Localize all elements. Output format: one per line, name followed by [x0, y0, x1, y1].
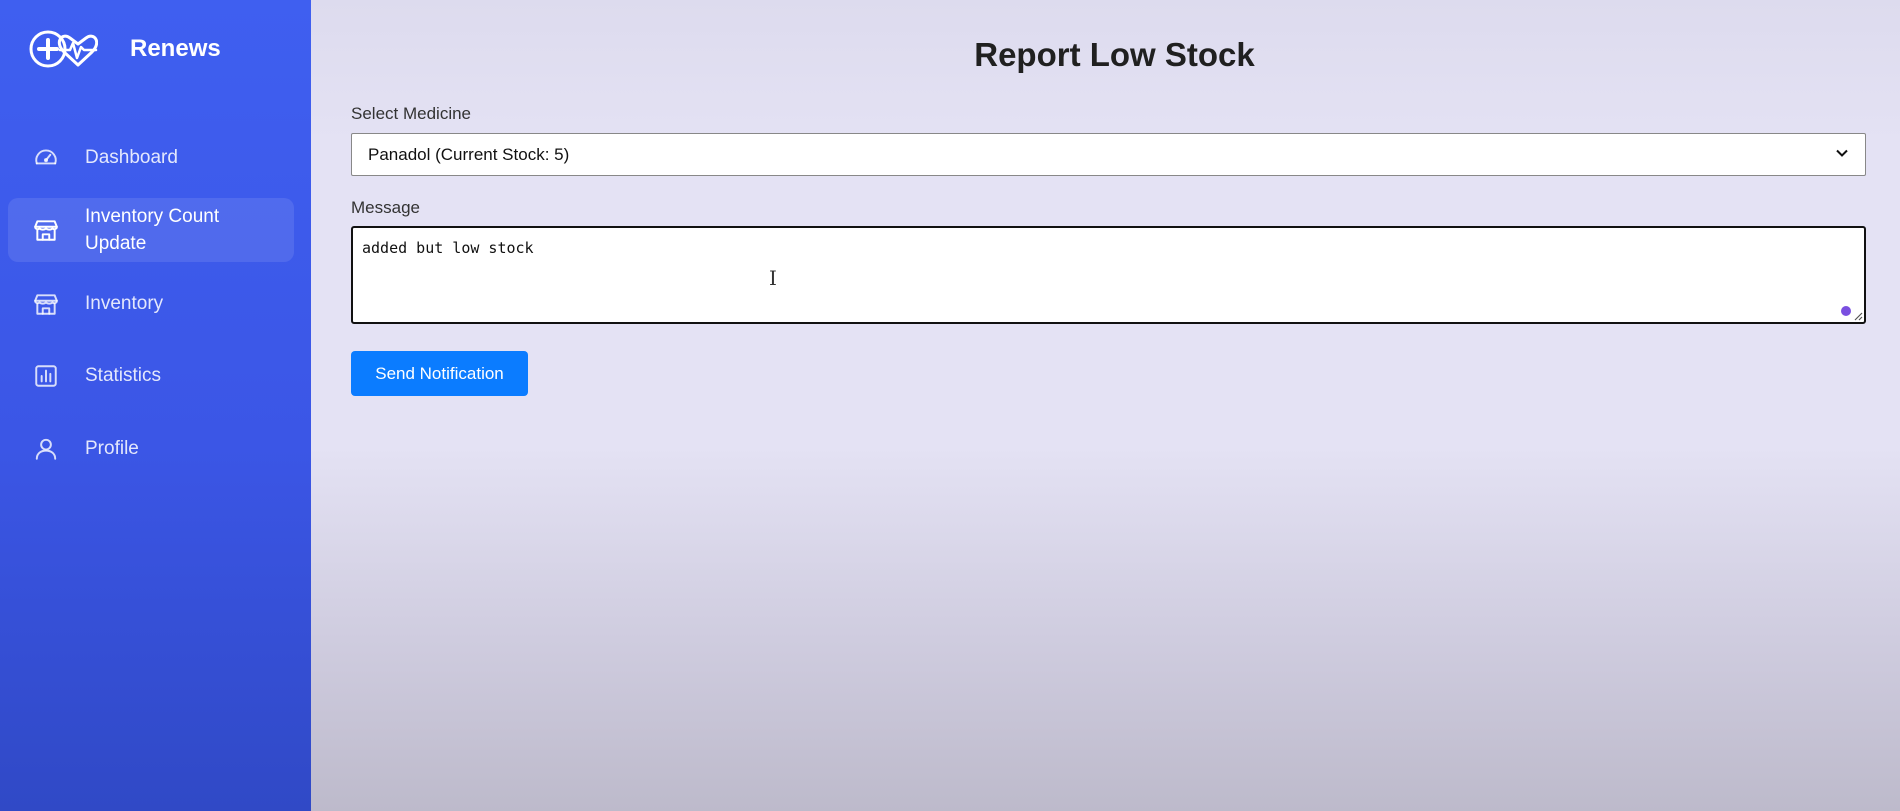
text-cursor-icon: I	[769, 266, 777, 290]
page-title: Report Low Stock	[974, 36, 1255, 73]
select-medicine-label: Select Medicine	[351, 104, 472, 123]
medicine-select-value: Panadol (Current Stock: 5)	[368, 144, 570, 164]
main-content: Report Low Stock Select Medicine Panadol…	[311, 0, 1900, 811]
message-textarea[interactable]: added but low stock	[351, 226, 1866, 324]
send-notification-button[interactable]: Send Notification	[351, 351, 528, 396]
sidebar-item-label: Statistics	[85, 365, 162, 386]
chevron-down-icon	[1835, 145, 1849, 165]
sidebar-item-profile[interactable]: Profile	[8, 419, 294, 479]
brand[interactable]: Renews	[28, 28, 221, 70]
sidebar-item-label: Profile	[85, 438, 139, 459]
store-icon	[32, 290, 60, 318]
sidebar: Renews Dashboard Inventory Count Update …	[0, 0, 311, 811]
gauge-icon	[32, 144, 60, 172]
sidebar-item-label: Dashboard	[85, 147, 178, 168]
sidebar-nav: Dashboard Inventory Count Update Invento…	[8, 128, 294, 479]
medicine-select[interactable]: Panadol (Current Stock: 5)	[351, 133, 1866, 176]
plus-heart-pulse-icon	[29, 30, 98, 68]
bar-chart-icon	[32, 362, 60, 390]
sidebar-item-statistics[interactable]: Statistics	[8, 346, 294, 406]
resize-handle-icon[interactable]	[1853, 311, 1863, 321]
message-label: Message	[351, 198, 420, 217]
user-icon	[32, 435, 60, 463]
sidebar-item-label: Inventory Count Update	[85, 206, 220, 254]
sidebar-item-inventory[interactable]: Inventory	[8, 274, 294, 334]
sidebar-item-label: Inventory	[85, 293, 164, 314]
store-icon	[32, 216, 60, 244]
grammar-assistant-icon[interactable]	[1841, 306, 1851, 316]
brand-name: Renews	[130, 35, 221, 62]
sidebar-item-inventory-count-update[interactable]: Inventory Count Update	[8, 198, 294, 262]
sidebar-item-dashboard[interactable]: Dashboard	[8, 128, 294, 188]
